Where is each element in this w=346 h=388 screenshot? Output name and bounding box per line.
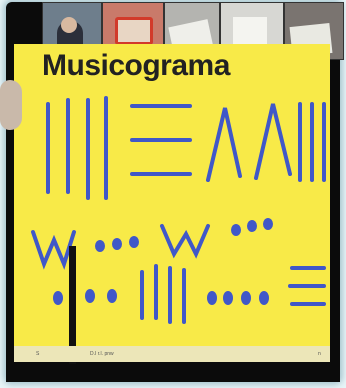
dot-symbol xyxy=(129,236,139,248)
dot-symbol xyxy=(207,291,217,305)
dot-symbol xyxy=(231,224,241,236)
dot-symbol xyxy=(85,289,95,303)
status-file-text: D.I r.l. pnw xyxy=(90,351,114,357)
status-left-text: S xyxy=(36,351,40,357)
dot-symbol xyxy=(107,289,117,303)
dot-symbol xyxy=(95,240,105,252)
dot-symbol xyxy=(247,220,257,232)
musicogram-symbols xyxy=(31,96,326,324)
dot-symbol xyxy=(263,218,273,230)
dot-symbol xyxy=(241,291,251,305)
dot-symbol xyxy=(259,291,269,305)
dot-symbol xyxy=(53,291,63,305)
w-symbol xyxy=(160,224,210,259)
status-right-text: n xyxy=(318,351,321,357)
presenter-hand xyxy=(0,80,22,130)
w-symbol xyxy=(31,230,76,270)
bottom-bezel xyxy=(6,364,340,382)
caret-symbol xyxy=(254,103,292,180)
caret-symbol xyxy=(206,107,242,182)
dot-symbol xyxy=(223,291,233,305)
slide-status-bar: S D.I r.l. pnw n xyxy=(14,346,330,362)
dot-symbol xyxy=(112,238,122,250)
